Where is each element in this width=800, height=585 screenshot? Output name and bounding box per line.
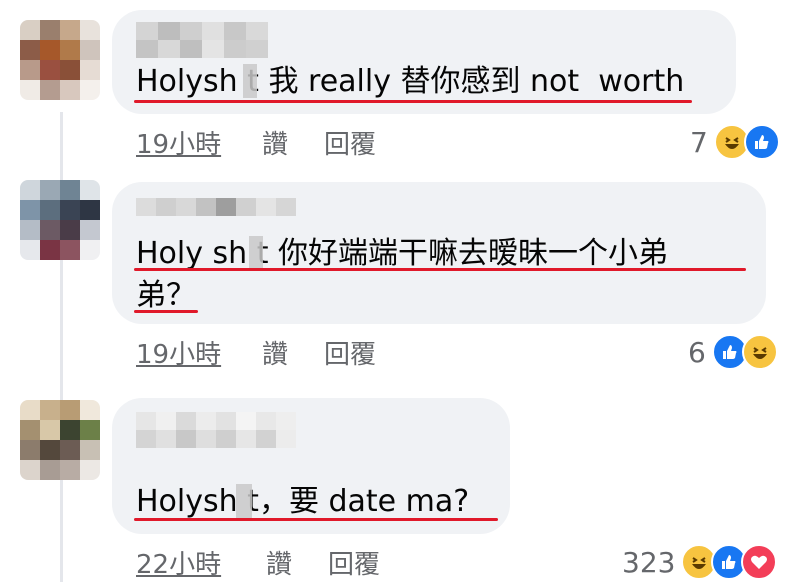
highlight-underline	[134, 268, 746, 271]
timestamp-link[interactable]: 22小時	[136, 544, 221, 581]
author-name-blurred[interactable]	[136, 22, 286, 58]
reactions-summary[interactable]: 323	[622, 544, 778, 580]
reaction-count: 7	[690, 125, 708, 159]
like-button[interactable]: 讚	[262, 334, 288, 371]
reaction-count: 323	[622, 545, 676, 579]
censor-block	[249, 236, 263, 270]
like-button[interactable]: 讚	[262, 124, 288, 161]
highlight-underline	[134, 518, 498, 521]
timestamp-link[interactable]: 19小時	[136, 124, 221, 161]
author-name-blurred[interactable]	[136, 198, 306, 216]
love-icon	[741, 544, 778, 580]
haha-icon	[741, 334, 778, 370]
comment-text: Holysh t 我 really 替你感到 not worth	[136, 64, 685, 99]
reply-button[interactable]: 回覆	[328, 544, 380, 581]
highlight-underline	[134, 310, 198, 313]
avatar[interactable]	[20, 180, 100, 260]
censor-block	[236, 484, 252, 518]
author-name-blurred[interactable]	[136, 412, 306, 448]
like-button[interactable]: 讚	[266, 544, 292, 581]
avatar[interactable]	[20, 400, 100, 480]
timestamp-link[interactable]: 19小時	[136, 334, 221, 371]
reply-button[interactable]: 回覆	[324, 334, 376, 371]
reply-button[interactable]: 回覆	[324, 124, 376, 161]
censor-block	[243, 64, 257, 98]
reactions-summary[interactable]: 7	[690, 124, 780, 160]
reaction-count: 6	[688, 335, 706, 369]
avatar[interactable]	[20, 20, 100, 100]
reactions-summary[interactable]: 6	[688, 334, 778, 370]
like-icon	[743, 124, 780, 160]
highlight-underline	[134, 100, 692, 103]
